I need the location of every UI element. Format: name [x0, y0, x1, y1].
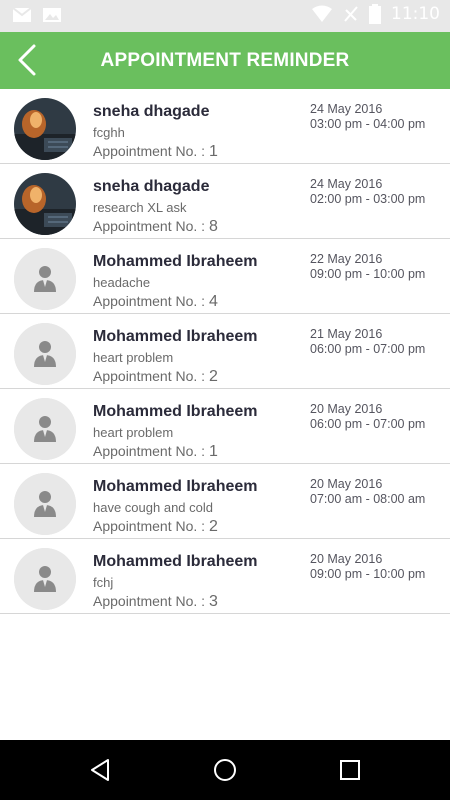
battery-icon — [369, 4, 381, 24]
image-icon — [43, 8, 61, 22]
appointment-date: 20 May 2016 — [310, 477, 383, 491]
nav-back-button[interactable] — [84, 754, 116, 786]
appointment-row[interactable]: Mohammed Ibraheem heart problem Appointm… — [0, 314, 450, 389]
patient-name: sneha dhagade — [93, 178, 210, 195]
appointment-time: 06:00 pm - 07:00 pm — [310, 417, 426, 431]
no-signal-icon — [344, 6, 358, 22]
avatar — [14, 173, 76, 235]
patient-photo-icon — [14, 98, 76, 160]
patient-name: Mohammed Ibraheem — [93, 553, 258, 570]
app-bar: APPOINTMENT REMINDER — [0, 32, 450, 89]
patient-name: Mohammed Ibraheem — [93, 328, 258, 345]
system-nav-bar — [0, 740, 450, 800]
status-clock: 11:10 — [391, 4, 440, 24]
appointment-time: 09:00 pm - 10:00 pm — [310, 267, 426, 281]
appointment-row[interactable]: Mohammed Ibraheem headache Appointment N… — [0, 239, 450, 314]
patient-name: Mohammed Ibraheem — [93, 403, 258, 420]
appointment-time: 02:00 pm - 03:00 pm — [310, 192, 426, 206]
appointment-number: Appointment No. : 8 — [93, 218, 218, 236]
wifi-icon — [312, 5, 332, 22]
appointment-number-value: 3 — [208, 593, 218, 610]
appointment-description: heart problem — [93, 425, 174, 440]
appointment-date: 20 May 2016 — [310, 552, 383, 566]
appointment-description: fchj — [93, 575, 114, 590]
appointment-number-label: Appointment No. : — [93, 293, 206, 309]
appointment-time: 07:00 am - 08:00 am — [310, 492, 426, 506]
appointment-date: 24 May 2016 — [310, 102, 383, 116]
person-placeholder-icon — [14, 248, 76, 310]
appointment-row[interactable]: sneha dhagade research XL ask Appointmen… — [0, 164, 450, 239]
appointment-number-value: 2 — [208, 518, 218, 535]
patient-name: Mohammed Ibraheem — [93, 253, 258, 270]
status-bar: 11:10 — [0, 0, 450, 32]
recents-square-icon — [340, 760, 360, 780]
appointment-date: 24 May 2016 — [310, 177, 383, 191]
nav-home-button[interactable] — [209, 754, 241, 786]
appointment-number-value: 8 — [208, 218, 218, 235]
appointment-number-value: 2 — [208, 368, 218, 385]
nav-recents-button[interactable] — [334, 754, 366, 786]
home-circle-icon — [214, 759, 236, 781]
appointment-number-value: 1 — [208, 143, 218, 160]
avatar — [14, 323, 76, 385]
chevron-left-icon — [18, 44, 36, 76]
avatar — [14, 398, 76, 460]
appointment-number-label: Appointment No. : — [93, 143, 206, 159]
appointment-description: heart problem — [93, 350, 174, 365]
back-button[interactable] — [10, 40, 50, 80]
appointment-description: headache — [93, 275, 151, 290]
avatar — [14, 248, 76, 310]
patient-name: sneha dhagade — [93, 103, 210, 120]
appointment-row[interactable]: Mohammed Ibraheem have cough and cold Ap… — [0, 464, 450, 539]
appointment-date: 21 May 2016 — [310, 327, 383, 341]
person-placeholder-icon — [14, 473, 76, 535]
appointment-date: 22 May 2016 — [310, 252, 383, 266]
appointment-list: sneha dhagade fcghh Appointment No. : 1 … — [0, 89, 450, 614]
page-title: APPOINTMENT REMINDER — [100, 50, 350, 71]
person-placeholder-icon — [14, 548, 76, 610]
avatar — [14, 473, 76, 535]
patient-name: Mohammed Ibraheem — [93, 478, 258, 495]
appointment-number: Appointment No. : 1 — [93, 143, 218, 161]
appointment-number-label: Appointment No. : — [93, 443, 206, 459]
appointment-number: Appointment No. : 1 — [93, 443, 218, 461]
appointment-number: Appointment No. : 2 — [93, 518, 218, 536]
appointment-number-value: 4 — [208, 293, 218, 310]
mail-icon — [12, 7, 32, 22]
person-placeholder-icon — [14, 323, 76, 385]
appointment-time: 06:00 pm - 07:00 pm — [310, 342, 426, 356]
appointment-description: have cough and cold — [93, 500, 213, 515]
appointment-row[interactable]: Mohammed Ibraheem heart problem Appointm… — [0, 389, 450, 464]
back-triangle-icon — [91, 759, 109, 781]
appointment-number: Appointment No. : 4 — [93, 293, 218, 311]
appointment-number-label: Appointment No. : — [93, 593, 206, 609]
appointment-row[interactable]: sneha dhagade fcghh Appointment No. : 1 … — [0, 89, 450, 164]
appointment-date: 20 May 2016 — [310, 402, 383, 416]
patient-photo-icon — [14, 173, 76, 235]
appointment-number-label: Appointment No. : — [93, 368, 206, 384]
appointment-description: fcghh — [93, 125, 125, 140]
appointment-time: 03:00 pm - 04:00 pm — [310, 117, 426, 131]
appointment-number: Appointment No. : 3 — [93, 593, 218, 611]
avatar — [14, 98, 76, 160]
appointment-description: research XL ask — [93, 200, 187, 215]
appointment-number-label: Appointment No. : — [93, 518, 206, 534]
person-placeholder-icon — [14, 398, 76, 460]
avatar — [14, 548, 76, 610]
appointment-number: Appointment No. : 2 — [93, 368, 218, 386]
appointment-time: 09:00 pm - 10:00 pm — [310, 567, 426, 581]
appointment-row[interactable]: Mohammed Ibraheem fchj Appointment No. :… — [0, 539, 450, 614]
appointment-number-label: Appointment No. : — [93, 218, 206, 234]
appointment-number-value: 1 — [208, 443, 218, 460]
